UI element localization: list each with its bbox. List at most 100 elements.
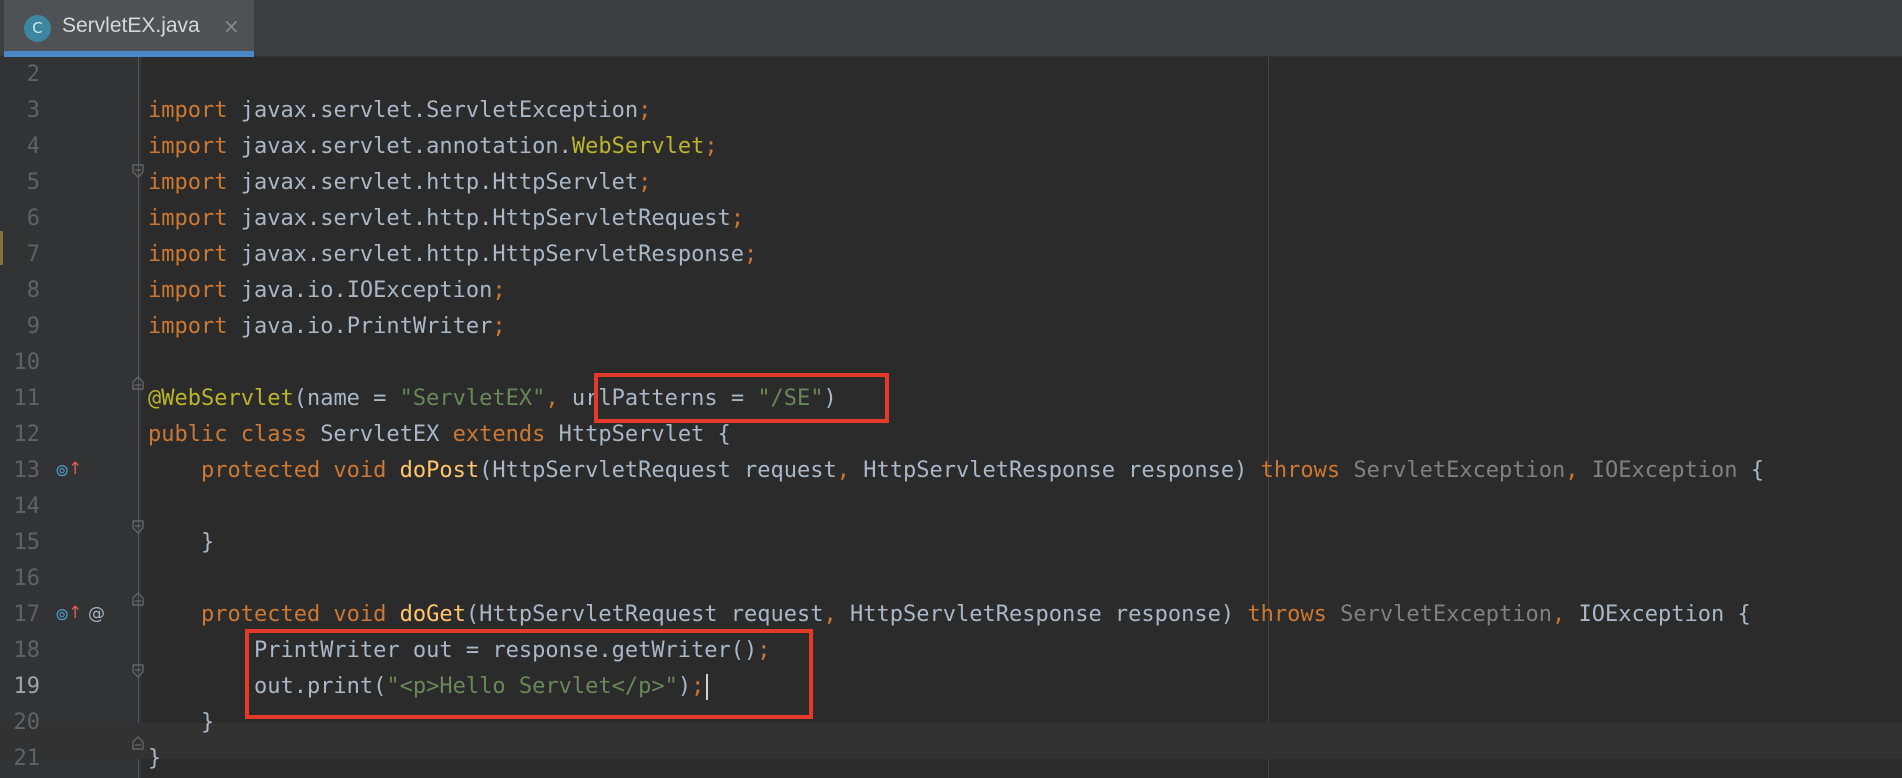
code-token: javax.servlet.ServletException	[227, 98, 639, 123]
code-token: javax.servlet.annotation.	[227, 134, 572, 159]
close-icon[interactable]: ×	[223, 14, 240, 38]
code-token: import	[148, 206, 228, 231]
code-line[interactable]: 11 @WebServlet(name = "ServletEX", urlPat…	[0, 381, 1902, 417]
fold-open-icon[interactable]	[132, 164, 144, 178]
code-text: import java.io.PrintWriter;	[148, 309, 506, 345]
code-token: ;	[492, 278, 506, 303]
code-token: ,	[836, 458, 864, 483]
code-token: {	[1737, 458, 1764, 483]
code-token: java.io.PrintWriter	[227, 314, 493, 339]
code-line[interactable]: 16	[0, 561, 1902, 597]
code-text: }	[148, 705, 214, 741]
code-token: IOException {	[1578, 602, 1751, 627]
line-number: 3	[26, 98, 40, 123]
code-line[interactable]: 2	[0, 57, 1902, 93]
code-text: import javax.servlet.http.HttpServlet;	[148, 165, 651, 201]
code-token: import	[148, 314, 228, 339]
code-token: HttpServletResponse response)	[863, 458, 1261, 483]
line-number: 8	[26, 278, 40, 303]
fold-close-icon[interactable]	[132, 736, 144, 750]
code-line[interactable]: 7 import javax.servlet.http.HttpServletRe…	[0, 237, 1902, 273]
highlight-box-url-patterns	[594, 373, 889, 423]
code-token: @WebServlet	[148, 386, 294, 411]
code-token: HttpServletResponse response)	[850, 602, 1248, 627]
java-class-icon: C	[24, 15, 51, 42]
code-token: throws	[1247, 602, 1341, 627]
code-token: java.io.IOException	[227, 278, 493, 303]
code-line[interactable]: 9 import java.io.PrintWriter;	[0, 309, 1902, 345]
line-number: 11	[13, 386, 41, 411]
code-token: (HttpServletRequest request	[465, 602, 824, 627]
code-line[interactable]: 8 import java.io.IOException;	[0, 273, 1902, 309]
line-number: 12	[13, 422, 41, 447]
highlight-box-doget-body	[245, 629, 813, 719]
code-text: }	[148, 525, 214, 561]
code-token: protected void	[200, 602, 400, 627]
code-line[interactable]: 10	[0, 345, 1902, 381]
line-number: 18	[13, 638, 41, 663]
code-token: IOException	[1591, 458, 1738, 483]
code-token: protected void	[200, 458, 400, 483]
line-number: 4	[26, 134, 40, 159]
code-token: import	[148, 98, 228, 123]
fold-open-icon[interactable]	[132, 520, 144, 534]
editor-tab-bar: C ServletEX.java ×	[0, 0, 1902, 57]
code-token: ,	[545, 386, 572, 411]
code-text: import javax.servlet.ServletException;	[148, 93, 651, 129]
code-token: ServletException	[1353, 458, 1566, 483]
code-line[interactable]: 4 import javax.servlet.annotation.WebServ…	[0, 129, 1902, 165]
code-token: ;	[730, 206, 745, 231]
code-token: HttpServlet {	[558, 422, 731, 447]
code-text: import javax.servlet.http.HttpServletReq…	[148, 201, 744, 237]
line-number: 10	[13, 350, 41, 375]
code-line[interactable]: 13 protected void doPost(HttpServletRequ…	[0, 453, 1902, 489]
annotation-at-icon: @	[88, 604, 105, 624]
override-arrow-icon[interactable]: ↑	[68, 603, 82, 623]
code-line[interactable]: 14	[0, 489, 1902, 525]
tab-servletex-java[interactable]: C ServletEX.java ×	[4, 0, 254, 57]
code-line[interactable]: 3 import javax.servlet.ServletException;	[0, 93, 1902, 129]
line-number: 20	[13, 710, 41, 735]
code-text: import javax.servlet.http.HttpServletRes…	[148, 237, 757, 273]
code-line[interactable]: 5 import javax.servlet.http.HttpServlet;	[0, 165, 1902, 201]
code-editor[interactable]: 2 3 import javax.servlet.ServletException;…	[0, 57, 1902, 778]
line-number: 16	[13, 566, 41, 591]
code-line[interactable]: 6 import javax.servlet.http.HttpServletRe…	[0, 201, 1902, 237]
code-line[interactable]: 21}	[0, 741, 1902, 777]
code-token: ServletEX	[320, 422, 453, 447]
code-token: import	[148, 170, 228, 195]
code-token: ,	[1565, 458, 1592, 483]
code-token: javax.servlet.http.HttpServlet	[227, 170, 639, 195]
code-token: ;	[704, 134, 718, 159]
code-token: "ServletEX"	[399, 386, 546, 411]
code-token: (HttpServletRequest request	[479, 458, 837, 483]
code-token: ,	[823, 602, 851, 627]
code-text: import java.io.IOException;	[148, 273, 506, 309]
override-arrow-icon[interactable]: ↑	[68, 459, 82, 479]
code-token: javax.servlet.http.HttpServletRequest	[227, 206, 731, 231]
code-line[interactable]: 12 public class ServletEX extends HttpSer…	[0, 417, 1902, 453]
fold-close-icon[interactable]	[132, 592, 144, 606]
code-token: javax.servlet.http.HttpServletResponse	[227, 242, 745, 267]
code-text: protected void doGet(HttpServletRequest …	[148, 597, 1751, 633]
code-token: ,	[1552, 602, 1579, 627]
code-token: import	[148, 134, 228, 159]
code-token: }	[148, 710, 215, 735]
code-line[interactable]: 15 }	[0, 525, 1902, 561]
code-token: extends	[452, 422, 559, 447]
code-token: }	[148, 530, 215, 555]
line-number: 14	[13, 494, 41, 519]
code-token: ;	[638, 98, 652, 123]
code-token: doGet	[399, 602, 466, 627]
fold-close-icon[interactable]	[132, 376, 144, 390]
line-number: 7	[26, 242, 40, 267]
code-token: public class	[148, 422, 321, 447]
code-line[interactable]: 17 protected void doGet(HttpServletReque…	[0, 597, 1902, 633]
code-token: ;	[492, 314, 506, 339]
code-token: ;	[638, 170, 652, 195]
code-token: ServletException	[1340, 602, 1553, 627]
code-token: ;	[744, 242, 758, 267]
fold-open-icon[interactable]	[132, 664, 144, 678]
line-number: 17	[13, 602, 41, 627]
code-text: import javax.servlet.annotation.WebServl…	[148, 129, 718, 165]
